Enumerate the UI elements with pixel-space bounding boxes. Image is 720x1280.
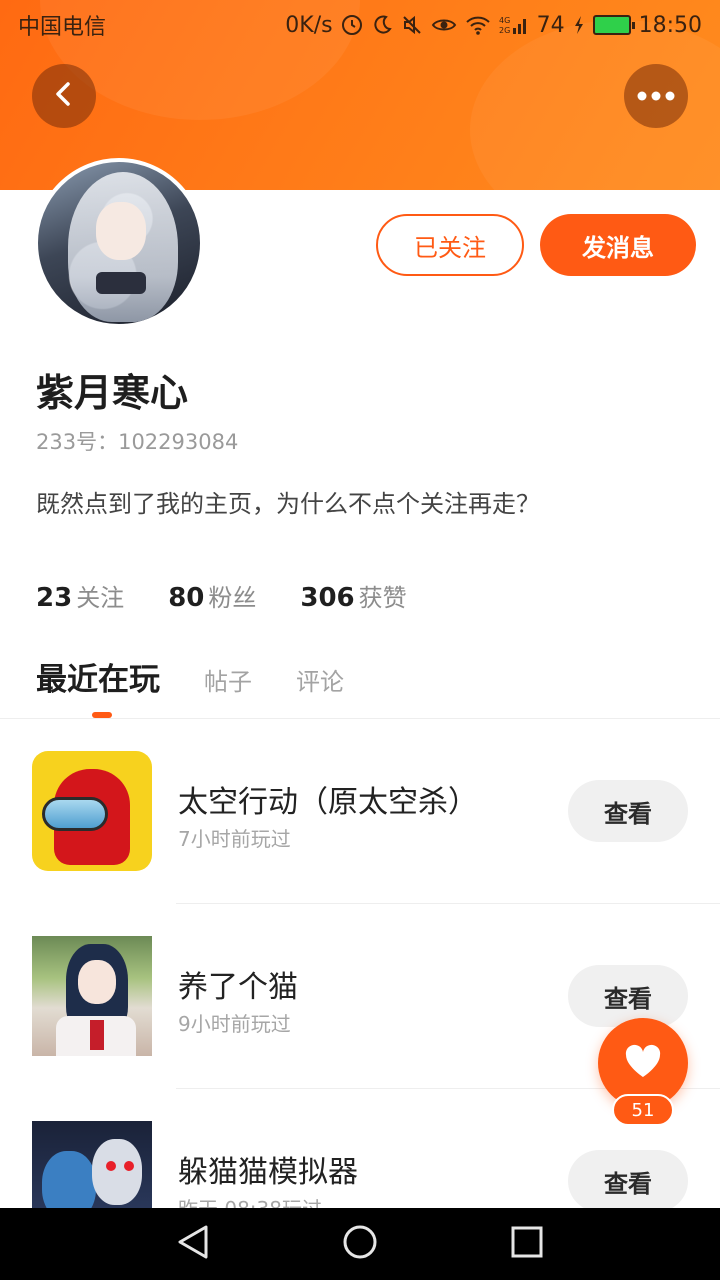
nav-back-icon <box>176 1224 210 1264</box>
game-thumbnail[interactable] <box>32 751 152 871</box>
profile-stats: 23 关注 80 粉丝 306 获赞 <box>36 578 407 613</box>
game-title: 养了个猫 <box>178 970 298 1005</box>
back-button[interactable] <box>32 64 96 128</box>
battery-level: 74 <box>536 12 565 38</box>
character-left <box>42 1151 96 1208</box>
like-count-badge: 51 <box>612 1094 674 1126</box>
nav-back-button[interactable] <box>163 1214 223 1274</box>
avatar-face <box>96 202 146 260</box>
game-played-time: 昨天 08:38玩过 <box>178 1193 322 1208</box>
character-right <box>92 1139 142 1205</box>
user-id: 233号：102293084 <box>36 430 239 454</box>
battery-icon <box>592 15 635 35</box>
alarm-icon <box>341 14 363 36</box>
game-title: 躲猫猫模拟器 <box>178 1155 358 1190</box>
send-message-button[interactable]: 发消息 <box>540 214 696 276</box>
chevron-left-icon <box>50 80 78 112</box>
red-eye <box>124 1161 134 1171</box>
crewmate-visor <box>42 797 108 831</box>
game-played-time: 9小时前玩过 <box>178 1012 291 1036</box>
nav-home-button[interactable] <box>330 1214 390 1274</box>
game-played-time: 7小时前玩过 <box>178 827 291 851</box>
stat-fans-count: 80 <box>168 583 205 613</box>
nav-recents-icon <box>510 1225 544 1263</box>
stat-likes-label: 获赞 <box>358 584 407 612</box>
red-eye <box>106 1161 116 1171</box>
game-thumbnail[interactable] <box>32 1121 152 1208</box>
stat-following[interactable]: 23 关注 <box>36 578 124 613</box>
game-thumbnail[interactable] <box>32 936 152 1056</box>
recent-games-list: 太空行动（原太空杀） 7小时前玩过 查看 养了个猫 9小时前玩过 查看 躲猫猫模… <box>0 719 720 1208</box>
wifi-icon <box>465 14 491 36</box>
nav-home-icon <box>341 1223 379 1265</box>
svg-text:2G: 2G <box>499 26 510 35</box>
tab-comments[interactable]: 评论 <box>296 662 344 697</box>
mute-icon <box>401 14 423 36</box>
system-nav-bar <box>0 1208 720 1280</box>
signal-bars-icon: 4G 2G <box>499 14 529 36</box>
moon-icon <box>371 14 393 36</box>
heart-icon <box>623 1043 663 1083</box>
view-button[interactable]: 查看 <box>568 965 688 1027</box>
stat-following-label: 关注 <box>76 584 125 612</box>
character-face <box>78 960 116 1004</box>
tab-posts[interactable]: 帖子 <box>204 662 252 697</box>
followed-button[interactable]: 已关注 <box>376 214 524 276</box>
view-button[interactable]: 查看 <box>568 780 688 842</box>
list-item[interactable]: 太空行动（原太空杀） 7小时前玩过 查看 <box>0 719 720 904</box>
game-title: 太空行动（原太空杀） <box>178 785 478 820</box>
nav-recents-button[interactable] <box>497 1214 557 1274</box>
svg-text:4G: 4G <box>499 16 510 25</box>
more-dots-icon <box>636 87 676 106</box>
status-bar: 中国电信 0K/s 4G 2G 74 18:50 <box>0 0 720 50</box>
charging-icon <box>573 14 585 36</box>
stat-following-count: 23 <box>36 583 73 613</box>
view-button[interactable]: 查看 <box>568 1150 688 1208</box>
avatar-bow <box>96 272 146 294</box>
avatar[interactable] <box>34 158 204 328</box>
stat-fans[interactable]: 80 粉丝 <box>168 578 256 613</box>
character-tie <box>90 1020 104 1050</box>
carrier-name: 中国电信 <box>18 15 107 40</box>
tab-recently-played[interactable]: 最近在玩 <box>36 654 160 699</box>
status-icons: 0K/s 4G 2G 74 18:50 <box>285 13 702 38</box>
clock: 18:50 <box>638 12 702 38</box>
stat-likes: 306 获赞 <box>300 578 406 613</box>
eye-icon <box>431 14 457 36</box>
network-speed: 0K/s <box>285 12 333 38</box>
profile-tabs: 最近在玩 帖子 评论 <box>36 654 344 699</box>
username: 紫月寒心 <box>36 371 189 415</box>
more-options-button[interactable] <box>624 64 688 128</box>
stat-likes-count: 306 <box>300 583 355 613</box>
stat-fans-label: 粉丝 <box>208 584 257 612</box>
user-bio: 既然点到了我的主页，为什么不点个关注再走？ <box>36 490 540 518</box>
